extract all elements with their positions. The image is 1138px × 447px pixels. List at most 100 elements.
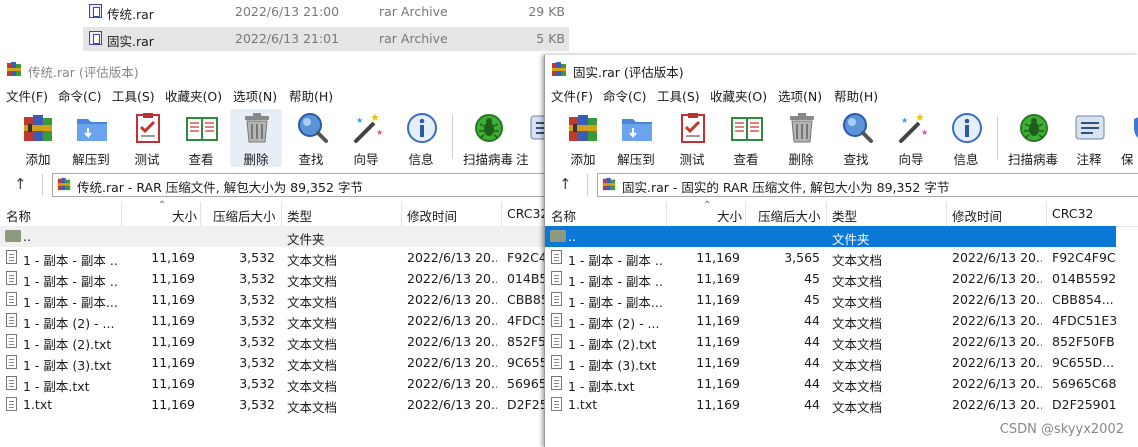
delete-button[interactable]: 删除 [775,109,827,167]
protect-button[interactable]: 保 [1119,109,1138,167]
menu-bar: 文件(F) 命令(C) 工具(S) 收藏夹(O) 选项(N) 帮助(H) [545,83,1138,105]
wizard-button[interactable]: 向导 [885,109,937,167]
file-row[interactable]: 1.txt 11,169 44 文本文档 2022/6/13 20... D2F25901 [545,394,1138,415]
info-button[interactable]: 信息 [940,109,992,167]
col-modified[interactable]: 修改时间 [407,206,457,225]
col-crc32[interactable]: CRC32 [507,206,544,221]
menu-help[interactable]: 帮助(H) [834,86,878,105]
folder-icon [550,230,566,242]
crc32-value: 56965C68 [1052,376,1117,391]
menu-favorites[interactable]: 收藏夹(O) [710,86,767,105]
virus-scan-button[interactable]: 扫描病毒 [1007,109,1059,167]
virus-scan-button[interactable]: 扫描病毒 [462,109,514,167]
background-file-row-selected[interactable]: 固实.rar 2022/6/13 21:01 rar Archive 5 KB [83,27,569,51]
menu-favorites[interactable]: 收藏夹(O) [165,86,222,105]
file-row[interactable]: 1 - 副本 - 副本... 11,169 45 文本文档 2022/6/13 20..… [545,289,1138,310]
info-button[interactable]: 信息 [395,109,447,167]
menu-file[interactable]: 文件(F) [551,86,593,105]
file-row[interactable]: 1 - 副本 (2).txt 11,169 3,532 文本文档 2022/6/13 2… [0,331,544,352]
col-packed[interactable]: 压缩后大小 [213,206,276,225]
file-size: 11,169 [151,355,195,370]
file-row[interactable]: 1.txt 11,169 3,532 文本文档 2022/6/13 20... D2F25 [0,394,544,415]
file-row[interactable]: 1 - 副本 (2) - ... 11,169 44 文本文档 2022/6/13 20… [545,310,1138,331]
path-field[interactable]: 传统.rar - RAR 压缩文件, 解包大小为 89,352 字节 [52,173,544,197]
text-file-icon [6,397,17,411]
menu-tools[interactable]: 工具(S) [657,86,700,105]
view-button[interactable]: 查看 [720,109,772,167]
file-row[interactable]: 1 - 副本 - 副本 ... 11,169 45 文本文档 2022/6/13 20.… [545,268,1138,289]
file-type: rar Archive [379,4,448,19]
menu-commands[interactable]: 命令(C) [58,86,101,105]
up-arrow-icon[interactable]: ↑ [559,175,572,193]
packed-size: 45 [804,292,820,307]
col-type[interactable]: 类型 [287,206,312,225]
menu-tools[interactable]: 工具(S) [112,86,155,105]
file-row[interactable]: 1 - 副本.txt 11,169 44 文本文档 2022/6/13 20... 569… [545,373,1138,394]
up-arrow-icon[interactable]: ↑ [14,175,27,193]
path-field[interactable]: 固实.rar - 固实的 RAR 压缩文件, 解包大小为 89,352 字节 [597,173,1138,197]
file-type: 文本文档 [287,295,338,310]
modified-time: 2022/6/13 20... [407,376,497,391]
file-size: 29 KB [528,4,565,19]
menu-options[interactable]: 选项(N) [233,86,277,105]
wizard-button[interactable]: 向导 [340,109,392,167]
file-size: 11,169 [696,292,740,307]
title-bar[interactable]: 传统.rar (评估版本) [0,55,544,83]
tool-label: 信息 [953,152,979,167]
file-row[interactable]: 1 - 副本.txt 11,169 3,532 文本文档 2022/6/13 20...… [0,373,544,394]
comment-button[interactable]: 注 [516,109,544,167]
file-type: 文本文档 [287,253,338,268]
parent-folder-row[interactable]: .. 文件夹 [545,226,1116,247]
comment-button[interactable]: 注释 [1063,109,1115,167]
file-row[interactable]: 1 - 副本 (3).txt 11,169 44 文本文档 2022/6/13 20..… [545,352,1138,373]
file-row[interactable]: 1 - 副本 (2).txt 11,169 44 文本文档 2022/6/13 20..… [545,331,1138,352]
parent-folder-row[interactable]: .. 文件夹 [0,226,544,247]
file-row[interactable]: 1 - 副本 - 副本 ... 11,169 3,532 文本文档 2022/6/13 … [0,268,544,289]
file-row[interactable]: 1 - 副本 - 副本... 11,169 3,532 文本文档 2022/6/13 2… [0,289,544,310]
test-button[interactable]: 测试 [666,109,718,167]
col-packed[interactable]: 压缩后大小 [758,206,821,225]
crc32-value: D2F25901 [1052,397,1117,412]
file-name: 1 - 副本 (3).txt [23,358,112,373]
col-size[interactable]: 大小 [172,206,197,225]
menu-help[interactable]: 帮助(H) [289,86,333,105]
folder-icon [620,111,654,145]
menu-commands[interactable]: 命令(C) [603,86,646,105]
file-name: .. [568,229,576,244]
col-name[interactable]: 名称 [551,206,576,225]
col-type[interactable]: 类型 [832,206,857,225]
divider [946,202,947,226]
file-row[interactable]: 1 - 副本 - 副本 ... 11,169 3,532 文本文档 2022/6/13 … [0,247,544,268]
file-name: 1 - 副本 - 副本 ... [568,253,663,268]
clipboard-check-icon [676,111,710,145]
menu-options[interactable]: 选项(N) [778,86,822,105]
title-bar[interactable]: 固实.rar (评估版本) [545,55,1138,83]
divider [42,174,43,196]
background-file-row[interactable]: 传统.rar 2022/6/13 21:00 rar Archive 29 KB [83,0,569,24]
find-button[interactable]: 查找 [285,109,337,167]
file-row[interactable]: 1 - 副本 - 副本 ... 11,169 3,565 文本文档 2022/6/13 … [545,247,1138,268]
col-name[interactable]: 名称 [6,206,31,225]
crc32-value: 852F50FB [1052,334,1115,349]
rar-archive-icon [57,177,71,191]
test-button[interactable]: 测试 [121,109,173,167]
col-crc32[interactable]: CRC32 [1052,206,1093,221]
find-button[interactable]: 查找 [830,109,882,167]
view-button[interactable]: 查看 [175,109,227,167]
tool-label: 注 [516,152,529,167]
file-row[interactable]: 1 - 副本 (3).txt 11,169 3,532 文本文档 2022/6/13 2… [0,352,544,373]
packed-size: 3,532 [239,397,275,412]
delete-button[interactable]: 删除 [230,109,282,167]
text-file-icon [551,376,562,390]
menu-file[interactable]: 文件(F) [6,86,48,105]
file-row[interactable]: 1 - 副本 (2) - ... 11,169 3,532 文本文档 2022/6/13… [0,310,544,331]
modified-time: 2022/6/13 20... [952,250,1042,265]
modified-time: 2022/6/13 20... [952,292,1042,307]
col-size[interactable]: 大小 [717,206,742,225]
extract-to-button[interactable]: 解压到 [610,109,662,167]
extract-to-button[interactable]: 解压到 [65,109,117,167]
packed-size: 3,532 [239,355,275,370]
tool-label: 保 [1121,152,1134,167]
tool-label: 扫描病毒 [462,152,513,167]
col-modified[interactable]: 修改时间 [952,206,1002,225]
